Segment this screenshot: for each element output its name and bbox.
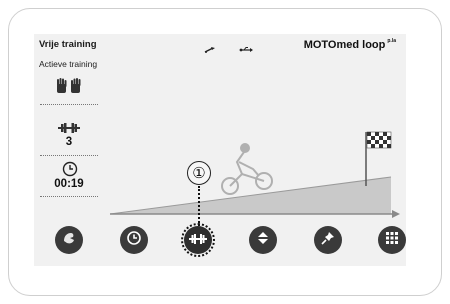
pin-button[interactable]: [314, 226, 342, 254]
grid-icon: [385, 231, 399, 250]
progress-ramp: [109, 131, 400, 218]
device-screen: Vrije training Actieve training MOTOmed …: [34, 34, 406, 266]
timer-button[interactable]: [120, 226, 148, 254]
direction-button[interactable]: [249, 226, 277, 254]
cyclist-figure: [221, 151, 273, 195]
up-down-icon: [256, 231, 270, 250]
callout-number: ①: [187, 161, 211, 185]
hand-pedal-button[interactable]: [55, 226, 83, 254]
menu-grid-button[interactable]: [378, 226, 406, 254]
callout-line: [198, 186, 200, 226]
checkered-flag-icon: [366, 131, 392, 149]
hand-pedal-icon: [61, 230, 77, 251]
dumbbell-icon: [189, 231, 207, 249]
pin-icon: [321, 231, 335, 250]
clock-icon: [126, 230, 142, 251]
resistance-button[interactable]: [181, 223, 215, 257]
